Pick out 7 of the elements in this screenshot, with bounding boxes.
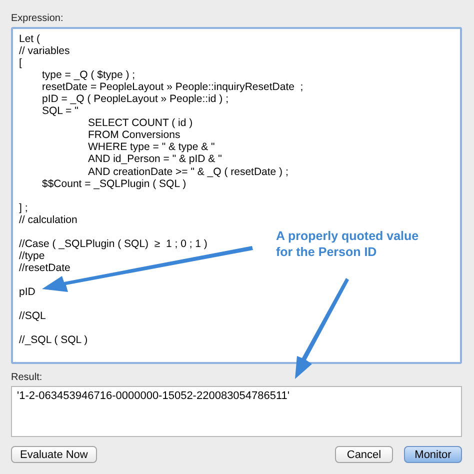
dialog-button[interactable]: Monitor bbox=[404, 446, 462, 463]
dialog-button[interactable]: Evaluate Now bbox=[11, 446, 97, 463]
result-field[interactable]: '1-2-063453946716-0000000-15052-220083054786511' bbox=[11, 386, 462, 437]
annotation-text: A properly quoted value for the Person ID bbox=[276, 228, 420, 260]
expression-label: Expression: bbox=[11, 13, 64, 26]
dialog-button[interactable]: Cancel bbox=[335, 446, 393, 463]
result-label: Result: bbox=[11, 372, 44, 385]
